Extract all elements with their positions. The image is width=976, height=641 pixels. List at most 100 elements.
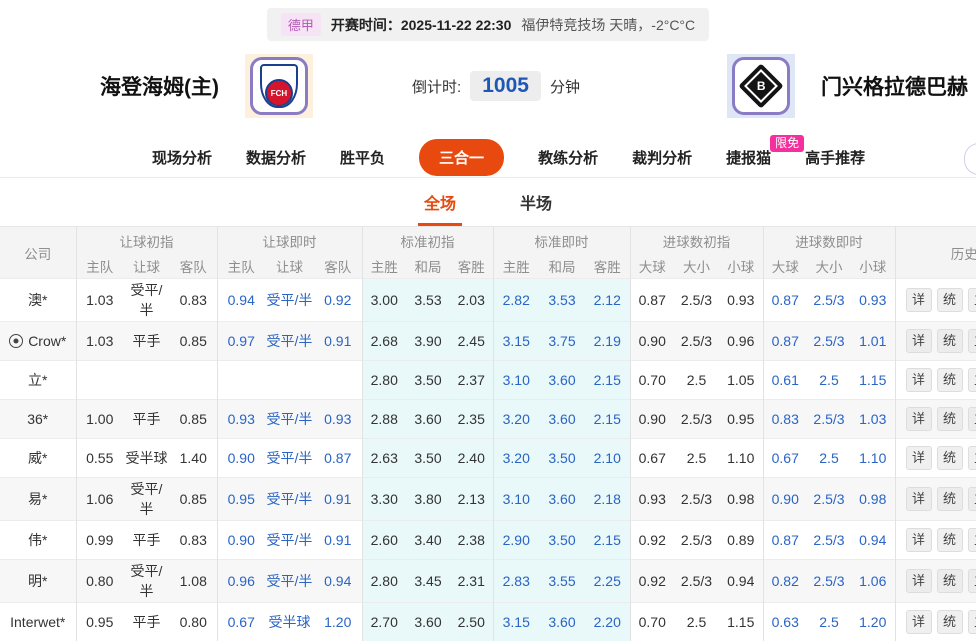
odds-cell: 1.15 [719,603,763,641]
odds-cell: 3.15 [493,603,539,641]
history-main-button[interactable]: 主 [968,368,976,392]
odds-cell: 0.93 [217,400,265,439]
company-cell[interactable]: 立* [0,361,76,400]
odds-cell: 2.90 [493,521,539,560]
odds-cell: 2.5/3 [674,478,719,521]
match-info-bar: 德甲 开赛时间：2025-11-22 22:30 福伊特竞技场 天晴，-2°C°… [267,8,709,41]
history-stats-button[interactable]: 统 [937,610,963,634]
history-main-button[interactable]: 主 [968,487,976,511]
odds-cell: 2.5 [674,603,719,641]
company-cell[interactable]: 澳* [0,279,76,322]
history-detail-button[interactable]: 详 [906,288,932,312]
odds-cell: 0.94 [314,560,362,603]
odds-cell: 2.50 [450,603,493,641]
history-detail-button[interactable]: 详 [906,368,932,392]
history-detail-button[interactable]: 详 [906,329,932,353]
sub-header: 让球 [265,254,314,279]
odds-cell: 2.5 [674,439,719,478]
table-row: 威*0.55受半球1.400.90受平/半0.872.633.502.403.2… [0,439,976,478]
odds-cell: 0.99 [76,521,123,560]
history-cell: 详统主 [895,322,976,361]
league-badge[interactable]: 德甲 [281,13,321,36]
nav-item-data-analysis[interactable]: 数据分析 [246,147,306,168]
odds-cell: 1.20 [314,603,362,641]
odds-cell: 0.98 [851,478,895,521]
odds-cell: 3.50 [539,521,585,560]
history-stats-button[interactable]: 统 [937,288,963,312]
nav-item-coach-analysis[interactable]: 教练分析 [538,147,598,168]
tab-half-match[interactable]: 半场 [514,190,558,226]
odds-cell: 0.55 [76,439,123,478]
nav-item-three-in-one[interactable]: 三合一 [419,139,504,176]
group-header-goals-live: 进球数即时 [763,227,895,255]
nav-item-expert-picks[interactable]: 高手推荐 [805,147,865,168]
history-stats-button[interactable]: 统 [937,407,963,431]
odds-cell: 0.85 [170,478,217,521]
history-cell: 详统主 [895,603,976,641]
odds-cell: 3.50 [406,439,450,478]
odds-cell [265,361,314,400]
odds-cell: 受平/半 [265,560,314,603]
odds-cell: 3.50 [406,361,450,400]
home-team: 海登海姆(主) FCH [100,54,313,118]
odds-cell: 受平/半 [265,478,314,521]
odds-cell: 2.5/3 [807,400,851,439]
history-detail-button[interactable]: 详 [906,487,932,511]
history-main-button[interactable]: 主 [968,446,976,470]
company-cell[interactable]: 威* [0,439,76,478]
company-cell[interactable]: 伟* [0,521,76,560]
table-row: 澳*1.03受平/半0.830.94受平/半0.923.003.532.032.… [0,279,976,322]
nav-item-jiebaomao[interactable]: 捷报猫 限免 [726,147,771,168]
history-detail-button[interactable]: 详 [906,446,932,470]
more-button[interactable]: 返 [964,143,976,175]
odds-cell: 3.60 [539,603,585,641]
nav-item-wdl[interactable]: 胜平负 [340,147,385,168]
company-cell[interactable]: Interwet* [0,603,76,641]
period-tabs: 全场 半场 [0,178,976,226]
history-detail-button[interactable]: 详 [906,610,932,634]
nav-item-referee-analysis[interactable]: 裁判分析 [632,147,692,168]
company-cell[interactable]: Crow* [0,322,76,361]
odds-cell: 0.95 [76,603,123,641]
odds-cell: 0.92 [630,560,674,603]
history-detail-button[interactable]: 详 [906,528,932,552]
odds-cell: 2.5/3 [674,400,719,439]
history-main-button[interactable]: 主 [968,329,976,353]
history-detail-button[interactable]: 详 [906,407,932,431]
odds-cell: 3.20 [493,400,539,439]
history-stats-button[interactable]: 统 [937,487,963,511]
odds-cell: 3.45 [406,560,450,603]
history-main-button[interactable]: 主 [968,610,976,634]
history-main-button[interactable]: 主 [968,407,976,431]
company-cell[interactable]: 36* [0,400,76,439]
odds-cell: 0.89 [719,521,763,560]
odds-cell: 0.85 [170,322,217,361]
history-main-button[interactable]: 主 [968,569,976,593]
tab-full-match[interactable]: 全场 [418,190,462,226]
odds-cell: 2.5 [807,361,851,400]
odds-cell: 3.60 [539,478,585,521]
history-detail-button[interactable]: 详 [906,569,932,593]
nav-item-live-analysis[interactable]: 现场分析 [152,147,212,168]
history-stats-button[interactable]: 统 [937,446,963,470]
history-main-button[interactable]: 主 [968,528,976,552]
sub-header: 主胜 [362,254,406,279]
odds-cell: 2.82 [493,279,539,322]
company-cell[interactable]: 明* [0,560,76,603]
history-stats-button[interactable]: 统 [937,528,963,552]
odds-cell: 1.03 [76,322,123,361]
history-stats-button[interactable]: 统 [937,368,963,392]
sub-header: 大球 [763,254,807,279]
odds-cell: 3.55 [539,560,585,603]
odds-cell: 3.53 [539,279,585,322]
history-stats-button[interactable]: 统 [937,569,963,593]
company-cell[interactable]: 易* [0,478,76,521]
away-team-name: 门兴格拉德巴赫 [821,71,968,101]
history-main-button[interactable]: 主 [968,288,976,312]
odds-cell: 1.20 [851,603,895,641]
odds-cell: 0.95 [217,478,265,521]
history-stats-button[interactable]: 统 [937,329,963,353]
sub-header: 小球 [851,254,895,279]
odds-cell: 3.00 [362,279,406,322]
gladbach-crest-icon: B [738,63,783,108]
